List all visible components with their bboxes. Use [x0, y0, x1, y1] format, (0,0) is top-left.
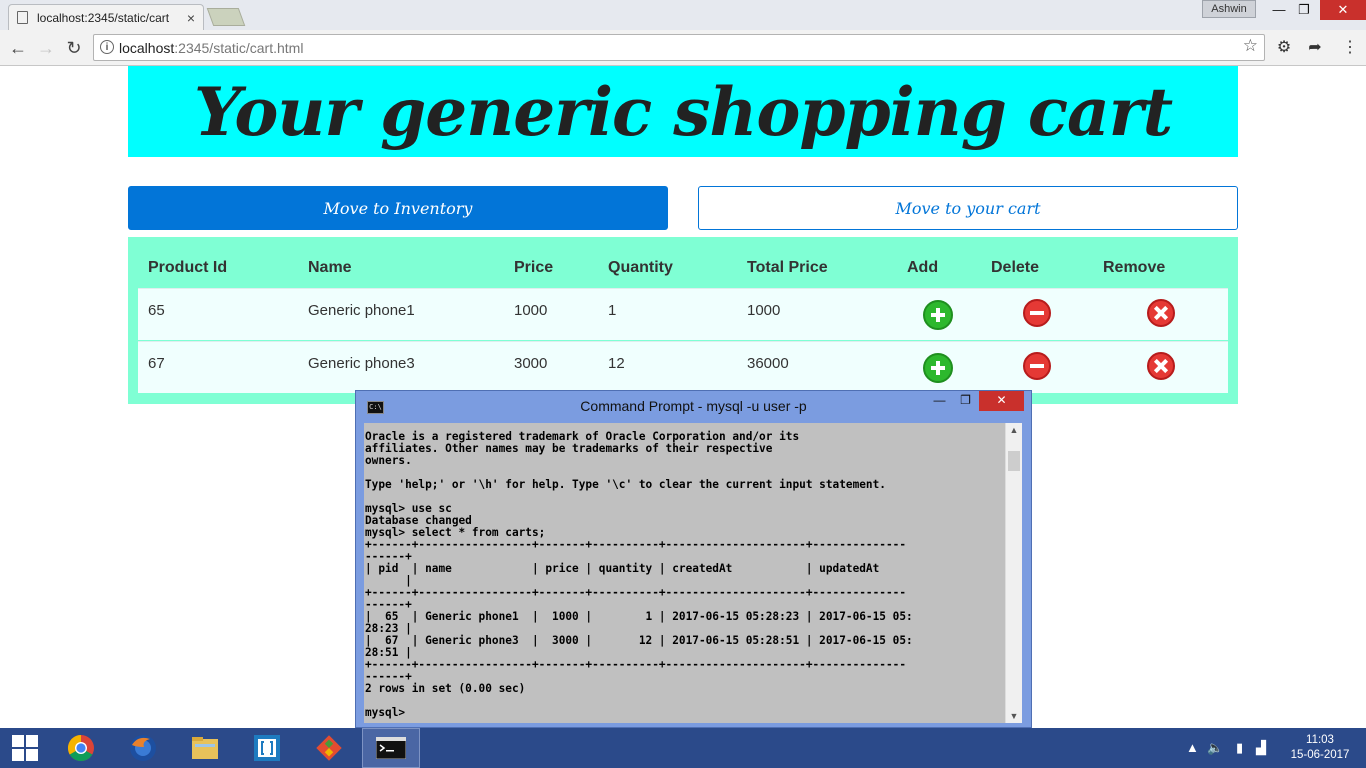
- cell-total-price: 1000: [747, 302, 781, 319]
- taskbar: [0, 728, 1366, 768]
- header-delete: Delete: [991, 259, 1040, 276]
- header-product-id: Product Id: [148, 259, 228, 276]
- header-total-price: Total Price: [747, 259, 828, 276]
- cell-product-id: 67: [148, 355, 165, 372]
- move-to-inventory-button[interactable]: Move to Inventory: [128, 186, 668, 230]
- info-icon[interactable]: i: [100, 40, 114, 54]
- header-remove: Remove: [1103, 259, 1166, 276]
- scroll-down-icon[interactable]: ▼: [1006, 711, 1022, 721]
- browser-titlebar: localhost:2345/static/cart × Ashwin — ❐ …: [0, 0, 1366, 30]
- terminal-icon: [376, 737, 406, 759]
- windows-logo-icon: [12, 735, 38, 761]
- tab-title: localhost:2345/static/cart: [37, 10, 170, 25]
- address-bar[interactable]: i localhost:2345/static/cart.html ☆: [93, 34, 1265, 61]
- url-path: :2345/static/cart.html: [174, 40, 304, 56]
- cell-product-id: 65: [148, 302, 165, 319]
- console-scrollbar[interactable]: ▲ ▼: [1005, 423, 1022, 723]
- page-icon: [17, 11, 28, 24]
- cart-table: Product Id Name Price Quantity Total Pri…: [128, 237, 1238, 404]
- clock-date: 15-06-2017: [1290, 749, 1350, 761]
- start-button[interactable]: [0, 728, 50, 768]
- chrome-taskbar-icon[interactable]: [52, 728, 110, 768]
- cell-quantity: 12: [608, 355, 625, 372]
- console-output[interactable]: Oracle is a registered trademark of Orac…: [364, 423, 1022, 723]
- show-hidden-icons-icon[interactable]: ▲: [1186, 740, 1199, 755]
- cell-quantity: 1: [608, 302, 617, 319]
- table-header: Product Id Name Price Quantity Total Pri…: [138, 259, 1228, 279]
- browser-tab[interactable]: localhost:2345/static/cart ×: [8, 4, 204, 30]
- clock-time: 11:03: [1306, 734, 1334, 746]
- menu-icon[interactable]: ⋮: [1340, 38, 1360, 58]
- brackets-icon: [254, 735, 280, 761]
- url-text[interactable]: localhost:2345/static/cart.html: [119, 40, 303, 56]
- page-title: Your generic shopping cart: [193, 72, 1173, 151]
- cmd-close-button[interactable]: ✕: [979, 391, 1024, 411]
- taskbar-clock[interactable]: 11:03 15-06-2017: [1284, 733, 1356, 763]
- forward-arrow-icon[interactable]: →: [34, 36, 58, 60]
- restore-button[interactable]: ❐: [1289, 0, 1319, 20]
- network-signal-icon[interactable]: ▟: [1256, 740, 1266, 756]
- battery-icon[interactable]: ▮: [1236, 740, 1243, 756]
- remove-x-icon[interactable]: [1147, 299, 1175, 327]
- header-price: Price: [514, 259, 554, 276]
- firefox-taskbar-icon[interactable]: [114, 728, 172, 768]
- cmd-minimize-button[interactable]: —: [926, 391, 953, 411]
- delete-minus-icon[interactable]: [1023, 299, 1051, 327]
- header-name: Name: [308, 259, 352, 276]
- volume-muted-icon[interactable]: 🔈: [1207, 740, 1223, 756]
- add-plus-icon[interactable]: [923, 353, 953, 383]
- profile-badge[interactable]: Ashwin: [1202, 0, 1256, 18]
- cell-name: Generic phone1: [308, 302, 415, 319]
- close-window-button[interactable]: ✕: [1320, 0, 1366, 20]
- move-to-cart-button[interactable]: Move to your cart: [698, 186, 1238, 230]
- delete-minus-icon[interactable]: [1023, 352, 1051, 380]
- extension-icon[interactable]: ⚙: [1274, 38, 1294, 58]
- cell-total-price: 36000: [747, 355, 789, 372]
- console-text: Oracle is a registered trademark of Orac…: [365, 430, 913, 719]
- git-taskbar-icon[interactable]: [300, 728, 358, 768]
- banner: Your generic shopping cart: [128, 66, 1238, 157]
- header-quantity: Quantity: [608, 259, 673, 276]
- table-row: 67 Generic phone3 3000 12 36000: [138, 341, 1228, 393]
- cell-price: 3000: [514, 355, 548, 372]
- table-row: 65 Generic phone1 1000 1 1000: [138, 288, 1228, 340]
- cell-name: Generic phone3: [308, 355, 415, 372]
- add-plus-icon[interactable]: [923, 300, 953, 330]
- url-host: localhost: [119, 40, 175, 56]
- cmd-taskbar-icon[interactable]: [362, 728, 420, 768]
- header-add: Add: [907, 259, 939, 276]
- cmd-restore-button[interactable]: ❐: [952, 391, 979, 411]
- back-arrow-icon[interactable]: ←: [6, 36, 30, 60]
- new-tab-button[interactable]: [206, 8, 246, 26]
- firefox-icon: [130, 735, 156, 761]
- remove-x-icon[interactable]: [1147, 352, 1175, 380]
- tab-close-icon[interactable]: ×: [187, 10, 195, 26]
- brackets-taskbar-icon[interactable]: [238, 728, 296, 768]
- command-prompt-window[interactable]: C:\ Command Prompt - mysql -u user -p — …: [355, 390, 1032, 728]
- scroll-up-icon[interactable]: ▲: [1006, 425, 1022, 435]
- browser-toolbar: ← → ↻ i localhost:2345/static/cart.html …: [0, 30, 1366, 66]
- chrome-icon: [67, 734, 94, 762]
- bookmark-star-icon[interactable]: ☆: [1243, 36, 1258, 56]
- folder-icon: [192, 737, 218, 759]
- share-arrow-icon[interactable]: ➦: [1305, 38, 1325, 58]
- cell-price: 1000: [514, 302, 548, 319]
- scroll-thumb[interactable]: [1008, 451, 1020, 471]
- reload-icon[interactable]: ↻: [62, 36, 86, 60]
- file-explorer-taskbar-icon[interactable]: [176, 728, 234, 768]
- git-icon: [316, 735, 342, 761]
